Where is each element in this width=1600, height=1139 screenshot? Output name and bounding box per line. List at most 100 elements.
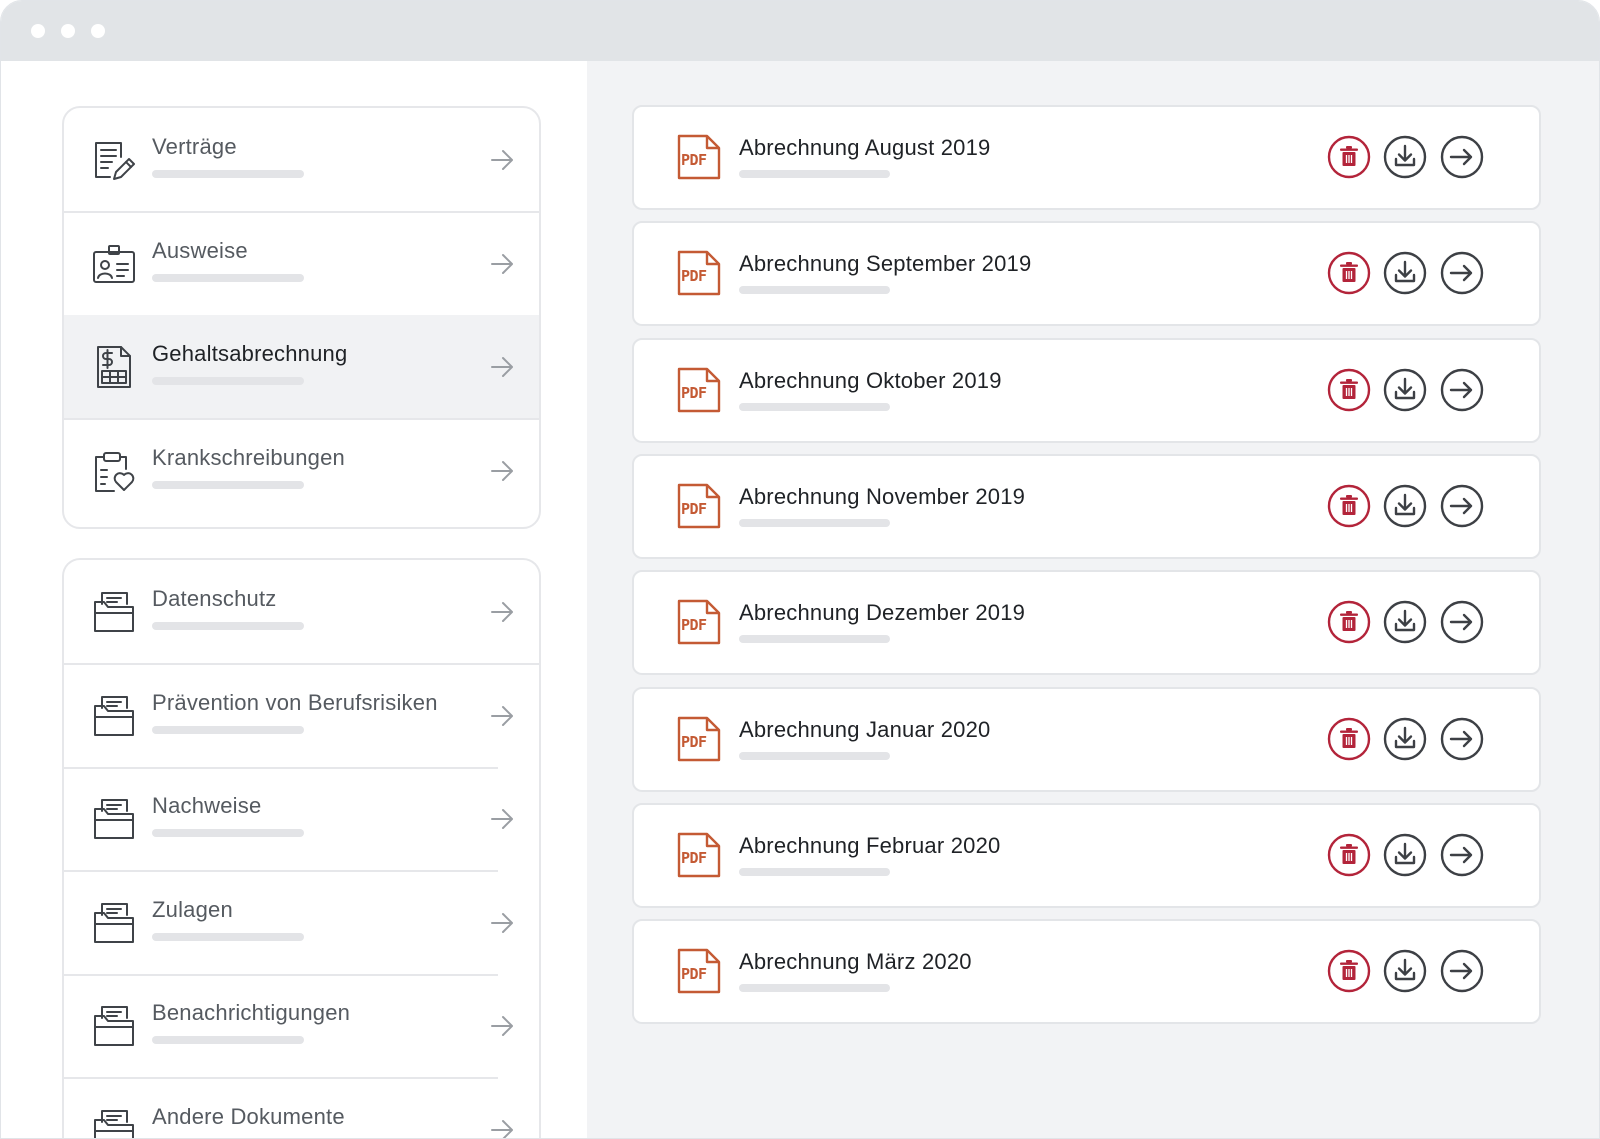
document-row[interactable]: PDF Abrechnung August 2019: [632, 105, 1541, 210]
trash-icon: [1327, 251, 1371, 295]
open-button[interactable]: [1440, 833, 1484, 877]
pdf-file-icon: PDF: [675, 481, 723, 531]
placeholder-bar: [152, 480, 304, 489]
pdf-badge-text: PDF: [681, 848, 707, 867]
sidebar-item-label: Krankschreibungen: [152, 444, 345, 470]
download-icon: [1383, 717, 1427, 761]
payslip-dollar-icon: [91, 344, 137, 390]
clipboard-heart-icon: [91, 448, 137, 494]
open-button[interactable]: [1440, 368, 1484, 412]
sidebar-item-vertrage[interactable]: Verträge: [64, 108, 539, 213]
download-icon: [1383, 600, 1427, 644]
arrow-right-icon[interactable]: [489, 1117, 515, 1138]
download-button[interactable]: [1383, 135, 1427, 179]
sidebar-item-label: Andere Dokumente: [152, 1103, 345, 1129]
placeholder-bar: [152, 932, 304, 941]
sidebar-item-zulagen[interactable]: Zulagen: [64, 871, 539, 976]
placeholder-bar: [739, 170, 890, 178]
sidebar-item-label: Nachweise: [152, 793, 262, 818]
document-row[interactable]: PDF Abrechnung Dezember 2019: [632, 570, 1541, 676]
sidebar-item-nachweise[interactable]: Nachweise: [64, 767, 539, 872]
id-card-icon: [91, 241, 137, 287]
arrow-right-icon[interactable]: [489, 910, 515, 936]
placeholder-bar: [152, 829, 304, 837]
document-row[interactable]: PDF Abrechnung März 2020: [632, 919, 1541, 1025]
download-icon: [1383, 484, 1427, 528]
folder-icon: [91, 1107, 137, 1138]
arrow-right-icon[interactable]: [489, 1013, 515, 1039]
arrow-right-icon[interactable]: [489, 354, 515, 380]
arrow-right-circle-icon: [1440, 368, 1484, 412]
open-button[interactable]: [1440, 251, 1484, 295]
folder-icon: [91, 796, 137, 842]
sidebar-item-ausweise[interactable]: Ausweise: [64, 212, 539, 317]
download-icon: [1383, 833, 1427, 877]
document-row[interactable]: PDF Abrechnung Februar 2020: [632, 802, 1541, 908]
download-button[interactable]: [1383, 949, 1427, 993]
delete-button[interactable]: [1327, 717, 1371, 761]
delete-button[interactable]: [1327, 484, 1371, 528]
placeholder-bar: [152, 170, 304, 178]
trash-icon: [1327, 135, 1371, 179]
delete-button[interactable]: [1327, 251, 1371, 295]
arrow-right-circle-icon: [1440, 484, 1484, 528]
window-maximize-button[interactable]: [91, 24, 105, 38]
open-button[interactable]: [1440, 717, 1484, 761]
sidebar: Verträge Ausweise Gehaltsabrechnung Kranksc…: [1, 61, 587, 1138]
sidebar-item-pravention-von-berufsrisiken[interactable]: Prävention von Berufsrisiken: [64, 664, 539, 769]
sidebar-item-gehaltsabrechnung[interactable]: Gehaltsabrechnung: [64, 315, 539, 420]
download-button[interactable]: [1383, 368, 1427, 412]
window-close-button[interactable]: [31, 24, 45, 38]
download-button[interactable]: [1383, 251, 1427, 295]
placeholder-bar: [739, 518, 890, 527]
pdf-badge-text: PDF: [681, 616, 707, 635]
sidebar-item-label: Prävention von Berufsrisiken: [152, 689, 438, 715]
delete-button[interactable]: [1327, 949, 1371, 993]
pdf-badge-text: PDF: [681, 383, 707, 402]
download-button[interactable]: [1383, 484, 1427, 528]
arrow-right-icon[interactable]: [489, 251, 515, 277]
pdf-file-icon: PDF: [675, 714, 723, 764]
trash-icon: [1327, 717, 1371, 761]
sidebar-group-personal: Verträge Ausweise Gehaltsabrechnung Kranksc…: [62, 106, 541, 529]
open-button[interactable]: [1440, 949, 1484, 993]
download-button[interactable]: [1383, 717, 1427, 761]
open-button[interactable]: [1440, 135, 1484, 179]
arrow-right-icon[interactable]: [489, 458, 515, 484]
document-row[interactable]: PDF Abrechnung November 2019: [632, 453, 1541, 559]
delete-button[interactable]: [1327, 833, 1371, 877]
document-row[interactable]: PDF Abrechnung Januar 2020: [632, 686, 1541, 792]
download-button[interactable]: [1383, 833, 1427, 877]
arrow-right-circle-icon: [1440, 833, 1484, 877]
placeholder-bar: [739, 751, 890, 760]
sidebar-item-andere-dokumente[interactable]: Andere Dokumente: [64, 1078, 539, 1138]
delete-button[interactable]: [1327, 368, 1371, 412]
document-title: Abrechnung März 2020: [739, 949, 972, 975]
sidebar-item-label: Gehaltsabrechnung: [152, 341, 348, 366]
open-button[interactable]: [1440, 600, 1484, 644]
delete-button[interactable]: [1327, 135, 1371, 179]
arrow-right-icon[interactable]: [489, 806, 515, 832]
sidebar-item-krankschreibungen[interactable]: Krankschreibungen: [64, 419, 539, 524]
sidebar-item-datenschutz[interactable]: Datenschutz: [64, 560, 539, 665]
document-list: PDF Abrechnung August 2019 PDF Abrechnung S…: [587, 61, 1599, 1138]
window-minimize-button[interactable]: [61, 24, 75, 38]
arrow-right-icon[interactable]: [489, 703, 515, 729]
folder-icon: [91, 693, 137, 739]
delete-button[interactable]: [1327, 600, 1371, 644]
download-button[interactable]: [1383, 600, 1427, 644]
trash-icon: [1327, 833, 1371, 877]
pdf-badge-text: PDF: [681, 151, 707, 169]
document-title: Abrechnung Oktober 2019: [739, 367, 1002, 393]
sidebar-item-label: Benachrichtigungen: [152, 1000, 351, 1025]
open-button[interactable]: [1440, 484, 1484, 528]
document-row[interactable]: PDF Abrechnung Oktober 2019: [632, 337, 1541, 443]
trash-icon: [1327, 368, 1371, 412]
folder-icon: [91, 1003, 137, 1049]
document-row[interactable]: PDF Abrechnung September 2019: [632, 221, 1541, 327]
arrow-right-icon[interactable]: [489, 147, 515, 173]
arrow-right-icon[interactable]: [489, 599, 515, 625]
sidebar-item-benachrichtigungen[interactable]: Benachrichtigungen: [64, 974, 539, 1079]
placeholder-bar: [152, 1036, 304, 1044]
arrow-right-circle-icon: [1440, 135, 1484, 179]
